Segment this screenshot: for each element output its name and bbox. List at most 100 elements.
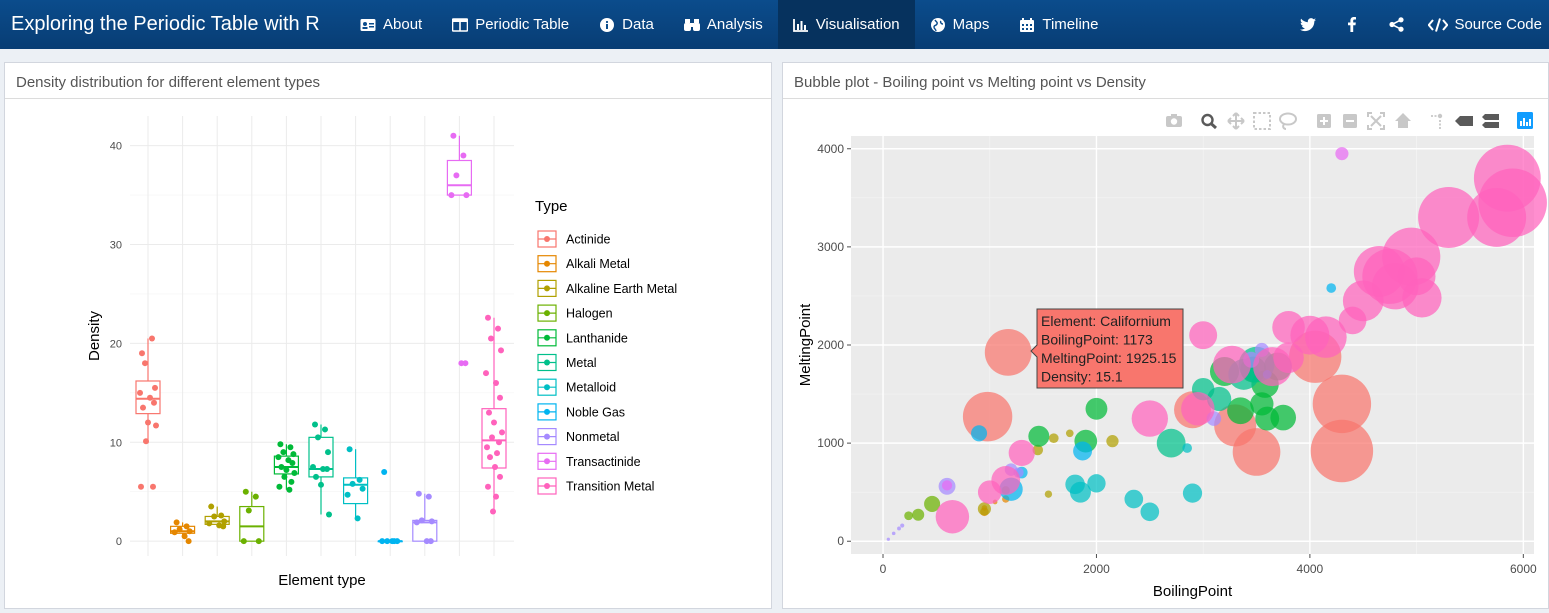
legend-label: Alkaline Earth Metal — [566, 282, 677, 296]
data-point — [220, 523, 227, 530]
bubble[interactable] — [1065, 429, 1074, 438]
bubble[interactable] — [900, 523, 905, 528]
bubble[interactable] — [1213, 345, 1251, 384]
data-point — [484, 444, 490, 451]
twitter-link[interactable] — [1286, 0, 1330, 49]
bubble[interactable] — [904, 511, 914, 521]
bubble[interactable] — [977, 502, 991, 516]
facebook-link[interactable] — [1330, 0, 1374, 49]
bubble[interactable] — [891, 531, 896, 536]
nav-tab-analysis[interactable]: Analysis — [669, 0, 778, 49]
bubble[interactable] — [886, 537, 890, 541]
camera-icon[interactable] — [1163, 110, 1185, 132]
reset-axes-icon[interactable] — [1392, 110, 1414, 132]
legend-item[interactable]: Transition Metal — [537, 477, 654, 495]
nav-tab-data[interactable]: Data — [584, 0, 669, 49]
bubble[interactable] — [1044, 490, 1053, 498]
legend-item[interactable]: Nonmetal — [537, 428, 620, 446]
spike-lines-icon[interactable] — [1425, 110, 1447, 132]
nav-tab-maps[interactable]: Maps — [915, 0, 1005, 49]
bubble[interactable] — [962, 391, 1013, 442]
data-point — [173, 519, 180, 526]
bubble[interactable] — [1402, 278, 1442, 318]
hover-tooltip: Element: Californium BoilingPoint: 1173 Me… — [1030, 308, 1184, 389]
nav-tab-label: About — [383, 16, 423, 33]
data-point — [291, 469, 298, 476]
share-link[interactable] — [1374, 0, 1418, 49]
bubble[interactable] — [1073, 441, 1093, 461]
bubble[interactable] — [912, 508, 925, 521]
data-point — [427, 538, 434, 545]
pan-icon[interactable] — [1225, 110, 1247, 132]
plotly-logo-icon[interactable] — [1514, 110, 1536, 132]
box-select-icon[interactable] — [1251, 110, 1273, 132]
legend-item[interactable]: Transactinide — [537, 452, 641, 470]
hover-compare-icon[interactable] — [1480, 110, 1502, 132]
bubble[interactable] — [897, 526, 901, 531]
legend-label: Nonmetal — [566, 430, 620, 444]
bubble[interactable] — [935, 499, 970, 534]
y-tick-label: 2000 — [817, 338, 844, 352]
lasso-icon[interactable] — [1277, 110, 1299, 132]
data-point — [494, 450, 500, 457]
nav-tab-visualisation[interactable]: Visualisation — [777, 0, 915, 49]
bubble[interactable] — [1131, 400, 1168, 437]
bubble[interactable] — [1140, 502, 1160, 522]
bubble[interactable] — [1189, 321, 1218, 350]
bubble[interactable] — [1182, 483, 1203, 503]
bubble[interactable] — [941, 480, 953, 491]
nav-tab-timeline[interactable]: Timeline — [1004, 0, 1113, 49]
data-point — [359, 485, 366, 492]
legend-item[interactable]: Lanthanide — [537, 329, 628, 347]
bubble[interactable] — [1028, 425, 1050, 447]
zoom-icon[interactable] — [1198, 110, 1220, 132]
bubble[interactable] — [1273, 342, 1304, 374]
bubble[interactable] — [1338, 306, 1367, 335]
bubble[interactable] — [1227, 397, 1254, 425]
data-point — [149, 335, 155, 342]
data-point — [325, 449, 331, 456]
bubble[interactable] — [971, 425, 988, 442]
hover-closest-icon[interactable] — [1453, 110, 1475, 132]
legend-item[interactable]: Alkali Metal — [537, 255, 630, 273]
zoom-out-icon[interactable] — [1339, 110, 1361, 132]
bubble[interactable] — [1048, 433, 1059, 444]
bubble[interactable] — [1124, 489, 1144, 509]
legend-item[interactable]: Metalloid — [537, 378, 616, 396]
bubble[interactable] — [1478, 168, 1547, 237]
bubble[interactable] — [991, 466, 1021, 495]
box-halogen — [239, 488, 265, 545]
binoculars-icon — [683, 18, 700, 31]
legend: Type Actinide Alkali Metal Alkaline Earth M… — [535, 198, 677, 495]
bubble[interactable] — [1008, 439, 1035, 467]
bubble[interactable] — [1106, 435, 1119, 448]
bubble[interactable] — [1156, 428, 1186, 458]
legend-item[interactable]: Noble Gas — [537, 403, 625, 421]
bubble[interactable] — [1326, 283, 1337, 293]
nav-tab-periodic[interactable]: Periodic Table — [437, 0, 584, 49]
bubble[interactable] — [1181, 392, 1215, 426]
autoscale-icon[interactable] — [1365, 110, 1387, 132]
bubble[interactable] — [1310, 419, 1374, 483]
y-tick-label: 1000 — [817, 436, 844, 450]
y-axis-title: MeltingPoint — [797, 303, 814, 386]
legend-item[interactable]: Halogen — [537, 304, 613, 322]
bubble[interactable] — [1087, 474, 1106, 493]
zoom-in-icon[interactable] — [1313, 110, 1335, 132]
legend-item[interactable]: Actinide — [537, 230, 611, 248]
bubble[interactable] — [1255, 406, 1280, 431]
data-point — [381, 468, 388, 475]
legend-label: Noble Gas — [566, 405, 625, 419]
source-code-link[interactable]: Source Code — [1418, 0, 1549, 49]
bubble[interactable] — [1085, 397, 1108, 420]
bubble[interactable] — [1335, 147, 1349, 161]
legend-item[interactable]: Metal — [537, 353, 597, 372]
bubble[interactable] — [984, 328, 1032, 376]
share-icon — [1389, 17, 1404, 32]
data-point — [176, 526, 183, 533]
bubble[interactable] — [1182, 443, 1192, 453]
info-circle-icon — [600, 17, 615, 32]
nav-tab-about[interactable]: About — [345, 0, 437, 49]
legend-item[interactable]: Alkaline Earth Metal — [537, 279, 677, 297]
data-point — [140, 404, 146, 411]
